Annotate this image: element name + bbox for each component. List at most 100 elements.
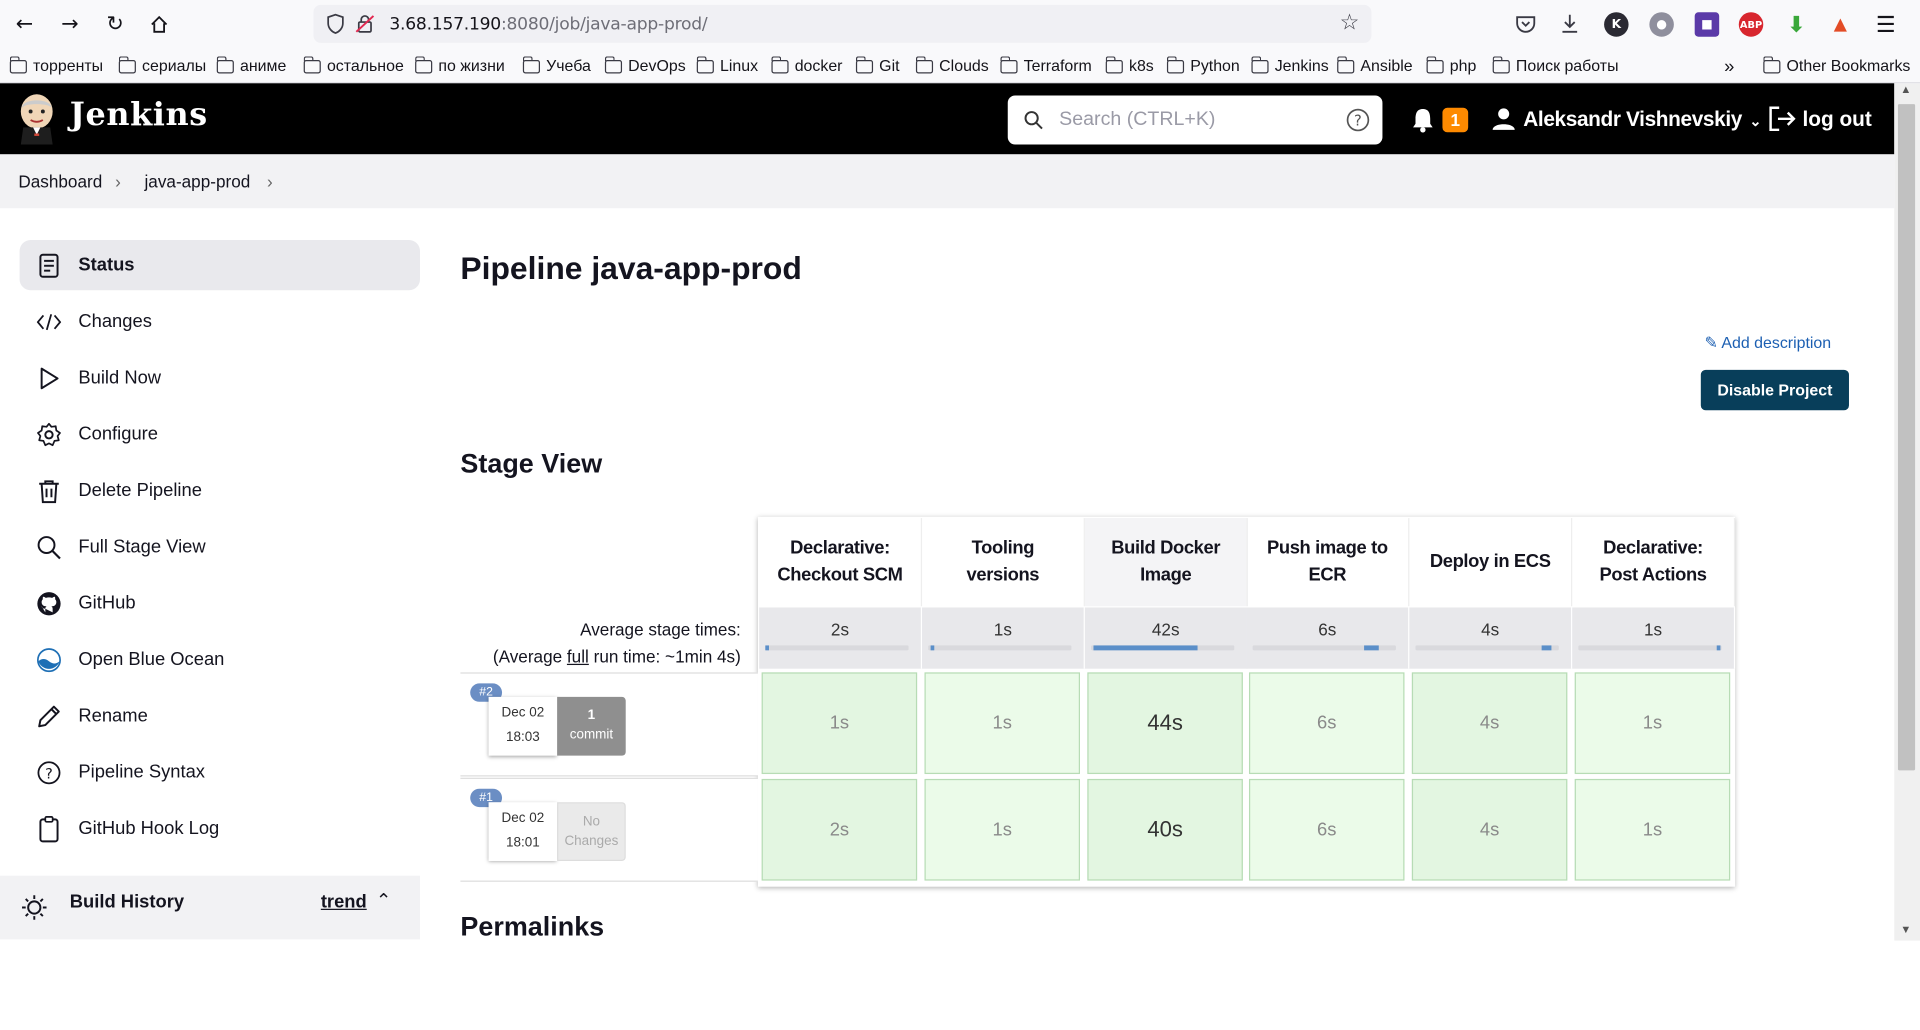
stage-cell[interactable]: 6s	[1248, 672, 1405, 775]
folder-icon	[1105, 56, 1123, 74]
jenkins-logo-icon[interactable]	[17, 93, 56, 145]
stage-cell[interactable]: 4s	[1411, 672, 1568, 775]
globe-icon[interactable]: ●	[1649, 12, 1674, 37]
sidebar-item-blue-ocean[interactable]: Open Blue Ocean	[20, 634, 420, 684]
scrollbar[interactable]: ▲ ▼	[1894, 83, 1920, 941]
bookmark-folder[interactable]: остальное	[303, 56, 404, 75]
stage-cell[interactable]: 1s	[924, 778, 1081, 881]
scroll-up-icon[interactable]: ▲	[1900, 83, 1911, 95]
trash-icon	[37, 478, 61, 503]
bookmark-folder[interactable]: Jenkins	[1250, 56, 1329, 75]
stage-cell[interactable]: 6s	[1248, 778, 1405, 881]
stage-header: Deploy in ECS	[1409, 518, 1573, 607]
scroll-down-icon[interactable]: ▼	[1900, 923, 1911, 935]
download-icon[interactable]	[1559, 12, 1581, 34]
bookmark-folder[interactable]: Python	[1166, 56, 1240, 75]
color-extension-icon[interactable]: ■	[1694, 12, 1720, 37]
download-manager-icon[interactable]: ⬇	[1784, 12, 1808, 38]
pocket-icon[interactable]	[1515, 13, 1537, 35]
stage-cell[interactable]: 40s	[1087, 778, 1243, 881]
address-bar[interactable]: 3.68.157.190:8080/job/java-app-prod/ ☆	[313, 4, 1372, 43]
breadcrumb-dashboard[interactable]: Dashboard	[18, 171, 102, 191]
build-date-card[interactable]: Dec 02 18:03	[488, 696, 558, 756]
stage-cell[interactable]: 4s	[1411, 778, 1568, 881]
full-run-link[interactable]: full	[567, 647, 589, 667]
bookmark-folder[interactable]: k8s	[1105, 56, 1154, 75]
bookmark-folder[interactable]: Terraform	[999, 56, 1092, 75]
shield-icon[interactable]	[326, 13, 346, 34]
sidebar-item-github[interactable]: GitHub	[20, 578, 420, 628]
changes-box[interactable]: 1 commit	[557, 696, 626, 756]
build-date-card[interactable]: Dec 02 18:01	[488, 802, 558, 861]
disable-project-button[interactable]: Disable Project	[1700, 369, 1849, 411]
sidebar-item-github-hook-log[interactable]: GitHub Hook Log	[20, 803, 420, 853]
stage-average-bar-fill	[1541, 645, 1552, 651]
add-description-link[interactable]: ✎ Add description	[1704, 333, 1831, 353]
chevron-right-icon[interactable]: ›	[267, 171, 273, 191]
bookmark-folder[interactable]: по жизни	[414, 56, 505, 75]
stage-cell[interactable]: 1s	[1574, 672, 1731, 775]
bookmark-folder[interactable]: Поиск работы	[1492, 56, 1619, 75]
stage-cell[interactable]: 1s	[1574, 778, 1731, 881]
url-text: 3.68.157.190:8080/job/java-app-prod/	[389, 14, 708, 35]
bookmark-folder[interactable]: Ansible	[1336, 56, 1413, 75]
menu-icon[interactable]: ☰	[1872, 11, 1899, 38]
search-icon	[37, 535, 61, 559]
trend-link[interactable]: trend	[321, 892, 367, 913]
bookmark-folder[interactable]: Git	[855, 56, 900, 75]
bookmark-folder[interactable]: аниме	[216, 56, 286, 75]
github-icon	[37, 591, 61, 615]
help-icon: ?	[37, 760, 61, 784]
bookmark-folder[interactable]: Учеба	[522, 56, 591, 75]
build-history-title: Build History	[69, 891, 185, 913]
jenkins-logo-text[interactable]: Jenkins	[70, 97, 208, 134]
sidebar-item-changes[interactable]: Changes	[20, 296, 420, 346]
user-menu[interactable]: Aleksandr Vishnevskiy ⌄	[1523, 108, 1761, 132]
play-icon	[37, 366, 61, 390]
breadcrumb-job[interactable]: java-app-prod	[144, 171, 250, 191]
scrollbar-thumb[interactable]	[1897, 104, 1916, 771]
logout-icon[interactable]	[1768, 105, 1797, 132]
search-box[interactable]: Search (CTRL+K) ?	[1007, 95, 1383, 145]
chevron-right-icon[interactable]: ›	[115, 171, 121, 191]
bookmark-folder[interactable]: php	[1425, 56, 1476, 75]
home-icon[interactable]	[146, 11, 173, 38]
help-icon[interactable]: ?	[1346, 108, 1370, 132]
clipboard-icon	[37, 815, 61, 842]
bookmark-folder[interactable]: торренты	[9, 56, 103, 75]
changes-box[interactable]: No Changes	[557, 802, 626, 861]
notification-badge[interactable]: 1	[1442, 107, 1469, 133]
search-input[interactable]: Search (CTRL+K)	[1059, 109, 1215, 131]
stage-average-bar	[928, 645, 1072, 651]
folder-icon	[1250, 56, 1269, 74]
adblock-icon[interactable]: ABP	[1738, 12, 1764, 37]
sidebar-item-build-now[interactable]: Build Now	[20, 353, 420, 403]
reload-icon[interactable]: ↻	[102, 11, 129, 38]
stage-cell[interactable]: 44s	[1087, 672, 1243, 775]
bookmark-folder[interactable]: docker	[770, 56, 842, 75]
star-icon[interactable]: ☆	[1340, 10, 1360, 36]
bookmark-folder[interactable]: DevOps	[604, 56, 686, 75]
stage-cell[interactable]: 1s	[761, 672, 918, 775]
back-icon[interactable]: ←	[11, 11, 38, 38]
stage-cell[interactable]: 2s	[761, 778, 918, 881]
sidebar-item-full-stage-view[interactable]: Full Stage View	[20, 522, 420, 572]
sidebar-item-status[interactable]: Status	[19, 240, 421, 291]
stage-cell[interactable]: 1s	[924, 672, 1081, 775]
insecure-lock-icon[interactable]	[355, 13, 375, 34]
bookmark-folder[interactable]: Linux	[696, 56, 758, 75]
sidebar-item-delete-pipeline[interactable]: Delete Pipeline	[20, 465, 420, 515]
k-extension-icon[interactable]: K	[1604, 12, 1629, 37]
other-bookmarks[interactable]: Other Bookmarks	[1762, 56, 1910, 75]
bookmarks-overflow-icon[interactable]: »	[1724, 56, 1734, 77]
forward-icon[interactable]: →	[56, 11, 83, 38]
bookmark-folder[interactable]: сериалы	[118, 56, 206, 75]
extension-icon[interactable]: ▲	[1828, 12, 1852, 36]
sidebar-item-configure[interactable]: Configure	[20, 409, 420, 459]
bell-icon[interactable]	[1411, 107, 1435, 134]
sidebar-item-pipeline-syntax[interactable]: ? Pipeline Syntax	[20, 747, 420, 797]
logout-link[interactable]: log out	[1802, 108, 1871, 132]
chevron-up-icon[interactable]: ⌃	[376, 889, 391, 911]
sidebar-item-rename[interactable]: Rename	[20, 691, 420, 741]
bookmark-folder[interactable]: Clouds	[915, 56, 989, 75]
